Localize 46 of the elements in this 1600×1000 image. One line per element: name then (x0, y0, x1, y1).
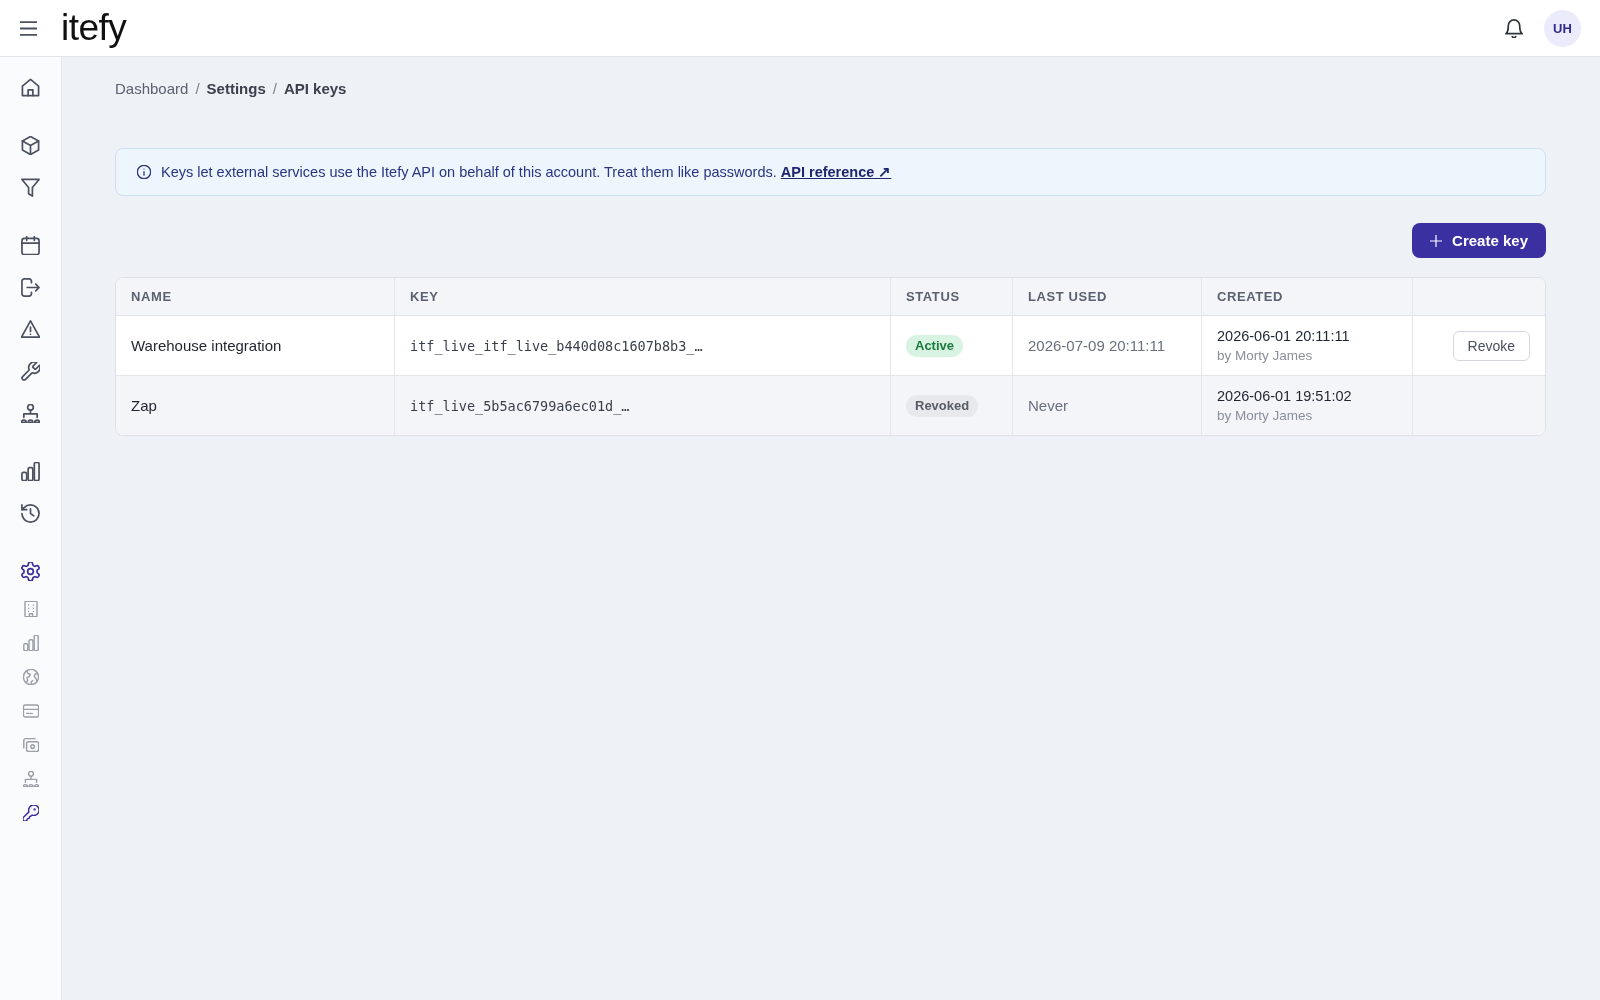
create-key-button[interactable]: Create key (1412, 223, 1546, 258)
created-by-text: by Morty James (1217, 346, 1313, 365)
revoke-button[interactable]: Revoke (1452, 330, 1530, 361)
api-reference-link[interactable]: API reference ↗ (780, 164, 892, 180)
plus-icon (1430, 234, 1443, 247)
created-date: 2026-06-01 20:11:11 (1217, 326, 1350, 346)
wrench-icon[interactable] (21, 361, 40, 381)
history-icon[interactable] (21, 503, 40, 523)
breadcrumb-separator: / (195, 79, 200, 99)
breadcrumb-current: API keys (283, 79, 347, 99)
table-cell-text: Warehouse integration (130, 336, 283, 356)
avatar[interactable]: UH (1544, 9, 1581, 47)
warning-icon[interactable] (21, 319, 40, 339)
key-icon[interactable] (22, 805, 39, 821)
created-by-text: by Morty James (1217, 406, 1313, 425)
logo[interactable]: itefy (61, 6, 127, 50)
bell-icon[interactable] (1505, 18, 1523, 38)
created-date: 2026-06-01 19:51:02 (1217, 386, 1352, 406)
globe-icon[interactable] (22, 669, 39, 685)
credit-card-icon[interactable] (22, 703, 39, 719)
home-icon[interactable] (21, 77, 40, 97)
building-icon[interactable] (22, 601, 39, 617)
menu-icon[interactable] (20, 20, 37, 36)
breadcrumb-link[interactable]: Settings (206, 79, 266, 99)
breadcrumb-separator: / (272, 79, 277, 99)
settings-icon[interactable] (21, 561, 40, 581)
calendar-icon[interactable] (21, 235, 40, 255)
notice-text: Keys let external services use the Itefy API on behalf of this account. Treat them like passwords. API reference ↗ (161, 164, 892, 180)
column-header: STATUS (890, 278, 1012, 315)
column-header: CREATED (1201, 278, 1412, 315)
column-header: NAME (130, 288, 173, 306)
team-icon[interactable] (21, 403, 40, 423)
status-badge: Active (906, 334, 964, 357)
breadcrumb-link[interactable]: Dashboard (115, 79, 189, 99)
table-cell-text: Zap (130, 396, 158, 416)
column-header: LAST USED (1012, 278, 1201, 315)
table-cell: Never (1012, 376, 1201, 435)
cube-icon[interactable] (21, 135, 40, 155)
info-icon (137, 165, 151, 179)
table-cell: itf_live_5b5ac6799a6ec01d_… (394, 376, 890, 435)
column-header: KEY (394, 278, 890, 315)
status-badge: Revoked (906, 394, 979, 417)
bar-chart-icon[interactable] (21, 461, 40, 481)
funnel-icon[interactable] (21, 177, 40, 197)
exit-icon[interactable] (21, 277, 40, 297)
cash-icon[interactable] (22, 737, 39, 753)
